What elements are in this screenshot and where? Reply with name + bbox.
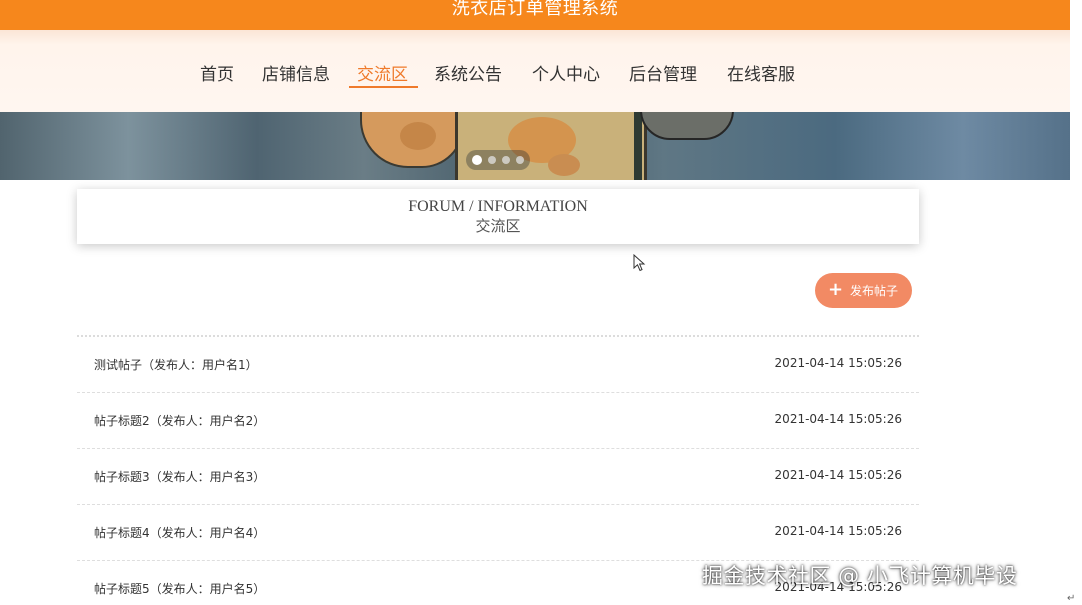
- banner-artwork-strip: [634, 112, 642, 180]
- carousel-dot-3[interactable]: [502, 156, 510, 164]
- carousel-dot-4[interactable]: [516, 156, 524, 164]
- post-time: 2021-04-14 15:05:26: [774, 524, 902, 538]
- post-row[interactable]: 帖子标题2（发布人：用户名2） 2021-04-14 15:05:26: [77, 392, 919, 448]
- post-title: 帖子标题2（发布人：用户名2）: [94, 414, 266, 428]
- publish-post-label: 发布帖子: [850, 284, 899, 298]
- post-title: 帖子标题3（发布人：用户名3）: [94, 470, 266, 484]
- nav-item-store-info[interactable]: 店铺信息: [262, 60, 330, 85]
- post-title: 帖子标题4（发布人：用户名4）: [94, 526, 266, 540]
- nav-list: 首页 店铺信息 交流区 系统公告 个人中心 后台管理 在线客服: [0, 60, 1070, 90]
- nav-active-underline: [349, 86, 418, 88]
- nav-item-admin[interactable]: 后台管理: [629, 60, 697, 85]
- nav-item-home[interactable]: 首页: [200, 60, 234, 85]
- page: 洗衣店订单管理系统 首页 店铺信息 交流区 系统公告 个人中心 后台管理 在线客…: [0, 0, 1082, 605]
- post-time: 2021-04-14 15:05:26: [774, 412, 902, 426]
- top-bar: 洗衣店订单管理系统: [0, 0, 1070, 31]
- publish-post-button[interactable]: + 发布帖子: [815, 273, 912, 308]
- section-title-cn: 交流区: [475, 217, 521, 235]
- carousel-dot-1[interactable]: [472, 155, 482, 165]
- section-heading: FORUM / INFORMATION 交流区: [77, 189, 919, 244]
- post-time: 2021-04-14 15:05:26: [774, 468, 902, 482]
- post-title: 测试帖子（发布人：用户名1）: [94, 358, 258, 372]
- carousel-indicators: [466, 150, 530, 170]
- post-row[interactable]: 测试帖子（发布人：用户名1） 2021-04-14 15:05:26: [77, 335, 919, 392]
- post-title: 帖子标题5（发布人：用户名5）: [94, 582, 266, 596]
- banner-artwork-shape: [640, 112, 734, 140]
- main-nav: 首页 店铺信息 交流区 系统公告 个人中心 后台管理 在线客服: [0, 30, 1070, 112]
- post-row[interactable]: 帖子标题4（发布人：用户名4） 2021-04-14 15:05:26: [77, 504, 919, 560]
- post-row[interactable]: 帖子标题3（发布人：用户名3） 2021-04-14 15:05:26: [77, 448, 919, 504]
- banner-carousel[interactable]: [0, 112, 1070, 180]
- mouse-cursor-icon: [633, 254, 646, 272]
- nav-item-announcements[interactable]: 系统公告: [434, 60, 502, 85]
- nav-item-forum[interactable]: 交流区: [357, 60, 408, 85]
- nav-item-personal-center[interactable]: 个人中心: [532, 60, 600, 85]
- post-time: 2021-04-14 15:05:26: [774, 356, 902, 370]
- plus-icon: +: [828, 279, 844, 300]
- site-title: 洗衣店订单管理系统: [451, 0, 619, 19]
- banner-artwork-spot: [400, 122, 436, 150]
- nav-item-online-service[interactable]: 在线客服: [727, 60, 795, 85]
- return-mark: ↵: [1067, 593, 1076, 604]
- carousel-dot-2[interactable]: [488, 156, 496, 164]
- section-title-en: FORUM / INFORMATION: [408, 198, 588, 215]
- watermark: 掘金技术社区 @ 小飞计算机毕设: [702, 564, 1018, 588]
- banner-artwork-spot: [548, 154, 580, 176]
